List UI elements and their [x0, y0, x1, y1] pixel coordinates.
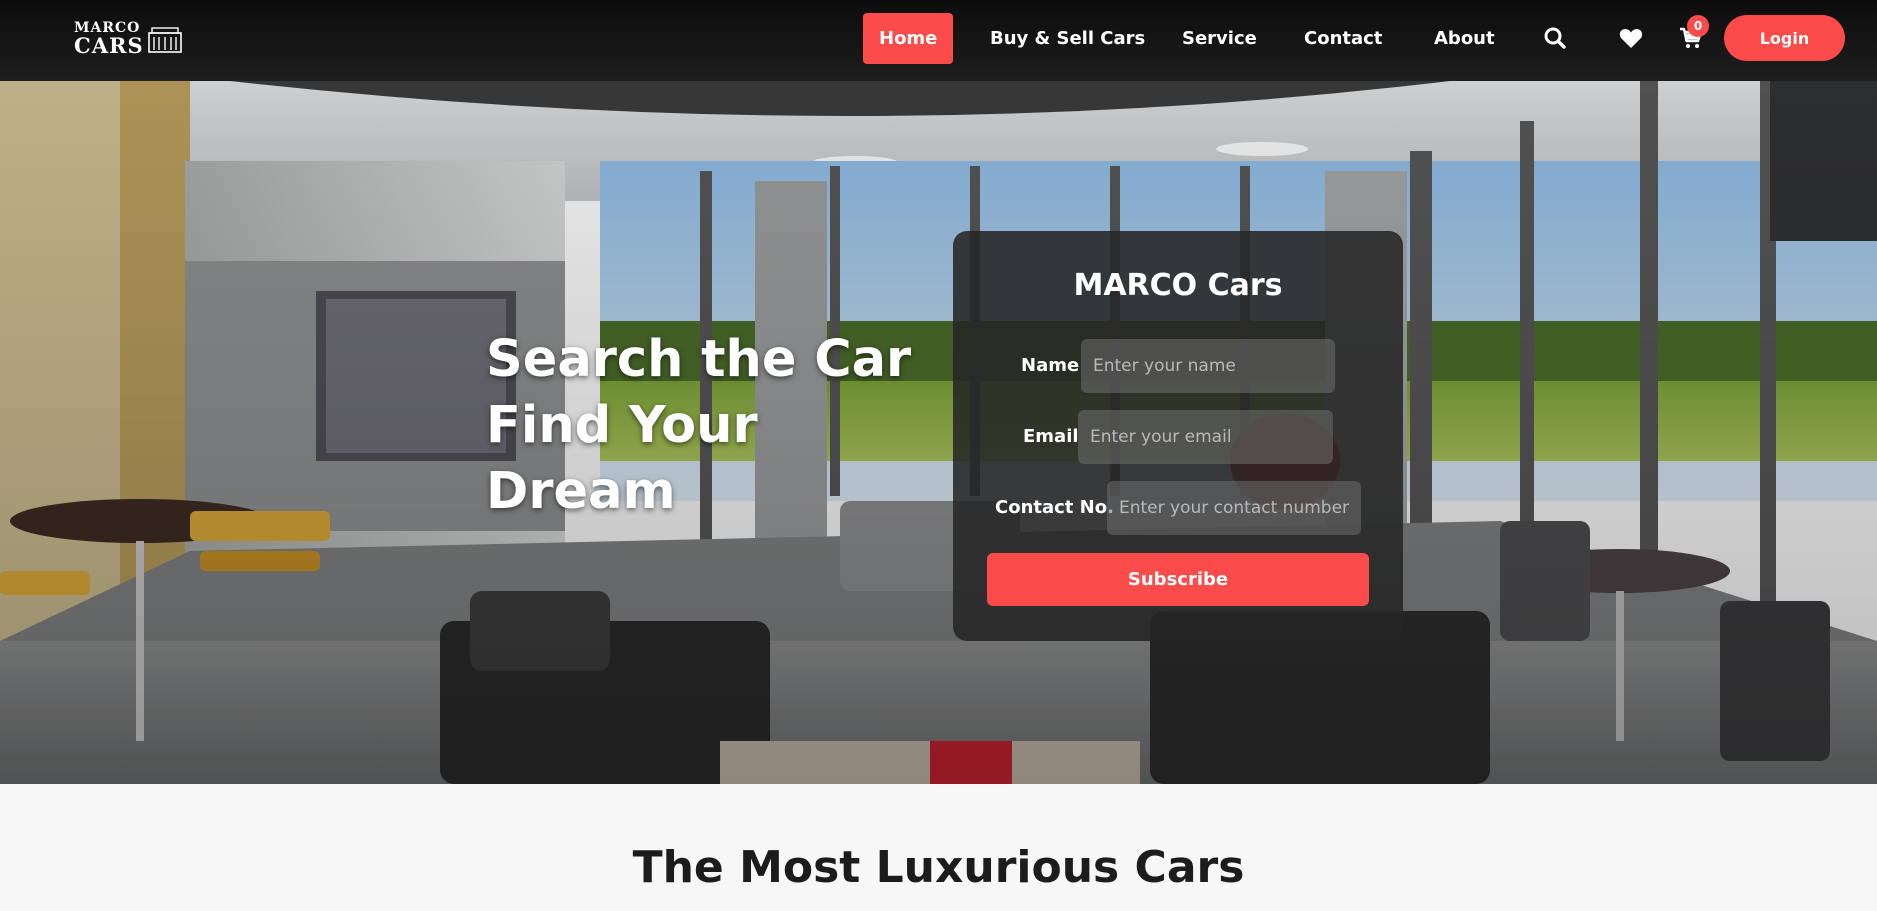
- form-title: MARCO Cars: [1073, 268, 1283, 303]
- email-input[interactable]: [1078, 410, 1333, 464]
- hero-headline-line-1: Search the Car: [486, 330, 912, 389]
- search-icon[interactable]: [1543, 26, 1567, 50]
- brand-logo[interactable]: MARCO CARS: [74, 20, 186, 56]
- email-label: Email: [1023, 426, 1079, 447]
- login-button[interactable]: Login: [1724, 15, 1845, 61]
- section-title: The Most Luxurious Cars: [632, 842, 1245, 893]
- logo-line-2: CARS: [74, 33, 144, 58]
- contact-input[interactable]: [1107, 481, 1361, 535]
- nav-service[interactable]: Service: [1166, 13, 1273, 64]
- cart-count-badge: 0: [1687, 15, 1709, 37]
- hero-headline-line-2: Find Your: [486, 396, 758, 455]
- contact-row: Contact No.: [953, 481, 1403, 535]
- hero-background-image: [0, 81, 1877, 784]
- hero-headline: Search the Car Find Your Dream: [486, 327, 916, 525]
- name-label: Name: [1021, 355, 1080, 376]
- logo-building-icon: [148, 27, 182, 53]
- hero-headline-line-3: Dream: [486, 462, 676, 521]
- email-row: Email: [953, 410, 1403, 464]
- nav-contact[interactable]: Contact: [1288, 13, 1398, 64]
- contact-label: Contact No.: [995, 497, 1114, 518]
- subscribe-button[interactable]: Subscribe: [987, 553, 1369, 606]
- hero-section: Search the Car Find Your Dream MARCO Car…: [0, 81, 1877, 784]
- nav-home[interactable]: Home: [863, 13, 954, 64]
- nav-buy-sell-cars[interactable]: Buy & Sell Cars: [974, 13, 1161, 64]
- name-row: Name: [953, 339, 1403, 393]
- name-input[interactable]: [1081, 339, 1335, 393]
- subscribe-form: MARCO Cars Name Email Contact No. Subscr…: [953, 231, 1403, 641]
- heart-icon[interactable]: [1619, 27, 1643, 49]
- top-navbar: MARCO CARS Home Buy & Sell Cars Service …: [0, 0, 1877, 81]
- nav-about[interactable]: About: [1418, 13, 1511, 64]
